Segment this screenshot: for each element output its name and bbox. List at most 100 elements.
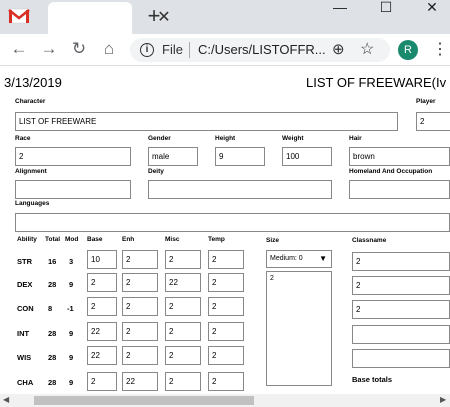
chevron-down-icon[interactable]: ▼	[319, 254, 327, 263]
ability-mod: 9	[69, 280, 74, 289]
ability-total: 16	[48, 257, 57, 266]
size-list-item[interactable]: 2	[270, 275, 274, 282]
hair-field[interactable]: brown	[349, 147, 450, 166]
forward-arrow-icon[interactable]: →	[38, 38, 60, 60]
character-field[interactable]: LIST OF FREEWARE	[15, 112, 398, 131]
scroll-left-icon[interactable]: ◀	[3, 395, 9, 404]
gender-field[interactable]: male	[148, 147, 198, 166]
size-listbox[interactable]: 2	[266, 271, 332, 386]
browser-toolbar: ← → ↻ ⌂ i File C:/Users/LISTOFFR... ⊕ ☆	[0, 34, 450, 66]
scrollbar-thumb[interactable]	[34, 396, 254, 405]
character-sheet: 3/13/2019 LIST OF FREEWARE(Iv Character …	[0, 67, 450, 394]
classname-field[interactable]	[352, 325, 450, 344]
enh-field[interactable]: 22	[122, 372, 158, 391]
alignment-field[interactable]	[15, 180, 131, 199]
info-icon[interactable]: i	[140, 43, 154, 57]
gender-label: Gender	[148, 135, 171, 142]
languages-field[interactable]	[15, 213, 450, 232]
deity-label: Deity	[148, 168, 164, 175]
size-selected-value: Medium: 0	[270, 255, 303, 262]
homeland-field[interactable]	[349, 180, 450, 199]
address-bar[interactable]: i File C:/Users/LISTOFFR... ⊕ ☆	[130, 38, 390, 62]
height-field[interactable]: 9	[215, 147, 265, 166]
ability-total: 28	[48, 329, 57, 338]
base-header: Base	[87, 236, 103, 243]
enh-field[interactable]: 2	[122, 297, 158, 316]
weight-field[interactable]: 100	[282, 147, 332, 166]
temp-field[interactable]: 2	[208, 250, 244, 269]
classname-field[interactable]: 2	[352, 300, 450, 319]
classname-field[interactable]: 2	[352, 252, 450, 271]
enh-field[interactable]: 2	[122, 273, 158, 292]
sheet-title: LIST OF FREEWARE(Iv	[306, 75, 447, 90]
horizontal-scrollbar[interactable]: ◀ ▶	[0, 394, 450, 407]
alignment-label: Alignment	[15, 168, 47, 175]
temp-field[interactable]: 2	[208, 273, 244, 292]
zoom-icon[interactable]: ⊕	[332, 40, 345, 58]
maximize-button[interactable]: ☐	[376, 0, 396, 14]
bookmark-star-icon[interactable]: ☆	[360, 39, 374, 59]
classname-field[interactable]	[352, 349, 450, 368]
window-close-button[interactable]: ✕	[422, 0, 442, 14]
classname-field[interactable]: 2	[352, 276, 450, 295]
weight-label: Weight	[282, 135, 304, 142]
sheet-date: 3/13/2019	[4, 75, 62, 90]
base-field[interactable]: 22	[87, 322, 117, 341]
minimize-button[interactable]: —	[330, 0, 350, 14]
temp-header: Temp	[208, 236, 225, 243]
homeland-label: Homeland And Occupation	[349, 168, 433, 175]
ability-mod: -1	[67, 304, 74, 313]
deity-field[interactable]	[148, 180, 332, 199]
temp-field[interactable]: 2	[208, 346, 244, 365]
ability-mod: 3	[69, 257, 74, 266]
misc-field[interactable]: 22	[165, 273, 201, 292]
tab-strip: ✕ + — ☐ ✕	[0, 0, 450, 34]
base-field[interactable]: 10	[87, 250, 117, 269]
menu-kebab-icon[interactable]: ⋮	[432, 40, 448, 60]
profile-avatar[interactable]: R	[398, 40, 418, 60]
race-field[interactable]: 2	[15, 147, 131, 166]
enh-field[interactable]: 2	[122, 346, 158, 365]
total-header: Total	[45, 236, 61, 243]
base-field[interactable]: 2	[87, 273, 117, 292]
misc-field[interactable]: 2	[165, 297, 201, 316]
base-totals-label: Base totals	[352, 375, 393, 384]
enh-field[interactable]: 2	[122, 322, 158, 341]
misc-field[interactable]: 2	[165, 346, 201, 365]
temp-field[interactable]: 2	[208, 322, 244, 341]
temp-field[interactable]: 2	[208, 297, 244, 316]
base-field[interactable]: 2	[87, 297, 117, 316]
misc-header: Misc	[165, 236, 180, 243]
scheme-label: File	[162, 42, 183, 57]
ability-total: 8	[48, 304, 53, 313]
misc-field[interactable]: 2	[165, 250, 201, 269]
race-label: Race	[15, 135, 31, 142]
base-field[interactable]: 2	[87, 372, 117, 391]
home-icon[interactable]: ⌂	[98, 38, 120, 60]
classname-label: Classname	[352, 237, 387, 244]
size-label: Size	[266, 237, 280, 244]
url-text[interactable]: C:/Users/LISTOFFR...	[198, 42, 326, 57]
reload-icon[interactable]: ↻	[68, 38, 90, 60]
player-field[interactable]: 2	[416, 112, 450, 131]
temp-field[interactable]: 2	[208, 372, 244, 391]
gmail-icon[interactable]	[8, 6, 30, 26]
ability-name: DEX	[17, 280, 33, 289]
ability-mod: 9	[69, 329, 74, 338]
size-select[interactable]: Medium: 0 ▼	[266, 250, 332, 268]
back-arrow-icon[interactable]: ←	[8, 38, 30, 60]
height-label: Height	[215, 135, 236, 142]
base-field[interactable]: 22	[87, 346, 117, 365]
misc-field[interactable]: 2	[165, 322, 201, 341]
scroll-right-icon[interactable]: ▶	[440, 395, 446, 404]
hair-label: Hair	[349, 135, 362, 142]
ability-total: 28	[48, 353, 57, 362]
ability-name: INT	[17, 329, 30, 338]
browser-tab[interactable]: ✕	[48, 2, 171, 34]
enh-field[interactable]: 2	[122, 250, 158, 269]
player-label: Player	[416, 98, 436, 105]
ability-name: WIS	[17, 353, 32, 362]
new-tab-button[interactable]: +	[144, 3, 164, 29]
misc-field[interactable]: 2	[165, 372, 201, 391]
ability-name: CHA	[17, 378, 34, 387]
